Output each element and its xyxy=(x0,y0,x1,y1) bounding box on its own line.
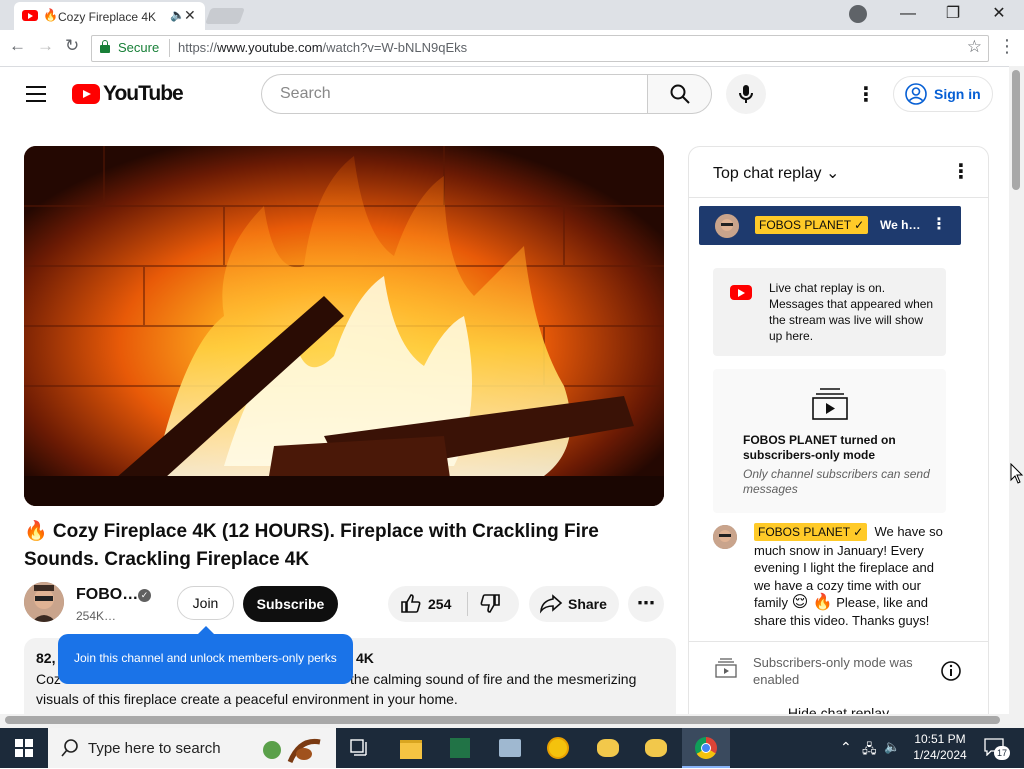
pinned-more-icon[interactable]: ⋮ xyxy=(931,214,947,234)
search-highlight-icon xyxy=(260,734,330,764)
account-circle-icon xyxy=(905,83,927,105)
message-text: FOBOS PLANET ✓ We have so much snow in J… xyxy=(754,523,943,628)
subscribe-button[interactable]: Subscribe xyxy=(243,586,338,622)
subscriptions-icon xyxy=(812,388,848,420)
vertical-scroll-thumb[interactable] xyxy=(1012,70,1020,190)
secure-label: Secure xyxy=(118,40,160,55)
back-arrow-icon[interactable]: ← xyxy=(9,36,26,56)
sign-in-button[interactable]: Sign in xyxy=(893,76,993,112)
search-box xyxy=(261,74,648,114)
channel-name[interactable]: FOBO… xyxy=(76,586,138,604)
voice-search-button[interactable] xyxy=(726,74,766,114)
minimize-button[interactable]: — xyxy=(885,0,931,30)
media-app-icon[interactable] xyxy=(534,728,582,768)
fireplace-video-frame xyxy=(24,146,664,506)
avatar-face-icon xyxy=(24,582,64,622)
settings-more-icon[interactable]: ⋮ xyxy=(856,82,876,107)
thumbs-up-icon[interactable] xyxy=(399,592,421,614)
message-author-badge: FOBOS PLANET ✓ xyxy=(754,523,868,541)
chat-header: Top chat replay ⌄ ⋮ xyxy=(689,147,988,198)
chat-mode-dropdown[interactable]: Top chat replay ⌄ xyxy=(713,163,839,183)
volume-muted-icon[interactable]: 🔈 xyxy=(884,739,900,755)
like-count[interactable]: 254 xyxy=(428,596,451,612)
search-input[interactable] xyxy=(278,84,622,104)
taskbar-clock[interactable]: 10:51 PM 1/24/2024 xyxy=(905,731,975,763)
chrome-taskbar-icon[interactable] xyxy=(682,728,730,768)
subscriber-count: 254K… xyxy=(76,609,117,623)
tab-title: Cozy Fireplace 4K xyxy=(58,10,157,24)
mouse-cursor-icon xyxy=(1010,463,1024,484)
like-divider xyxy=(467,592,468,616)
address-divider xyxy=(169,39,170,57)
browser-tab-active[interactable]: 🔥 Cozy Fireplace 4K 🔈 ✕ xyxy=(14,2,205,30)
pinned-author-badge: FOBOS PLANET ✓ xyxy=(755,216,869,234)
search-button[interactable] xyxy=(647,74,712,114)
message-avatar xyxy=(713,525,737,549)
reload-icon[interactable]: ↻ xyxy=(65,36,79,56)
pinned-preview: We h… xyxy=(880,218,921,232)
replay-notice: Live chat replay is on. Messages that ap… xyxy=(713,268,946,356)
subscribers-mode-status: Subscribers-only mode was enabled xyxy=(689,641,988,698)
tab-close-icon[interactable]: ✕ xyxy=(184,7,196,24)
chrome-menu-icon[interactable]: ⋮ xyxy=(998,36,1016,57)
spreadsheet-app-icon[interactable] xyxy=(436,728,484,768)
forward-arrow-icon[interactable]: → xyxy=(37,36,54,56)
youtube-play-icon xyxy=(72,84,100,104)
windows-logo-icon xyxy=(15,739,33,757)
join-tooltip: Join this channel and unlock members-onl… xyxy=(58,626,353,684)
description-meta: 82, 4K xyxy=(36,650,374,666)
more-actions-button[interactable]: ⋯ xyxy=(628,586,664,622)
action-center-icon[interactable]: 17 xyxy=(984,738,1010,760)
share-arrow-icon xyxy=(539,594,563,614)
microphone-icon xyxy=(739,85,753,103)
network-app-icon[interactable] xyxy=(486,728,534,768)
bee-app-icon[interactable] xyxy=(584,728,632,768)
subscriptions-small-icon xyxy=(715,658,737,678)
task-view-icon[interactable] xyxy=(336,728,384,768)
bookmark-star-icon[interactable]: ☆ xyxy=(967,37,982,57)
start-button[interactable] xyxy=(0,728,48,768)
horizontal-scroll-thumb[interactable] xyxy=(5,716,1000,724)
tray-chevron-up-icon[interactable]: ⌃ xyxy=(840,739,852,756)
subscribers-only-notice: FOBOS PLANET turned on subscribers-only … xyxy=(713,369,946,513)
youtube-icon xyxy=(730,285,752,300)
profile-icon[interactable] xyxy=(849,5,867,23)
live-chat-panel: Top chat replay ⌄ ⋮ FOBOS PLANET ✓ We h…… xyxy=(688,146,989,738)
browser-title-bar: 🔥 Cozy Fireplace 4K 🔈 ✕ — ❐ ✕ xyxy=(0,0,1024,30)
share-label: Share xyxy=(568,596,607,612)
hamburger-menu-icon[interactable] xyxy=(26,86,46,102)
search-icon xyxy=(670,84,690,104)
pinned-message-banner[interactable]: FOBOS PLANET ✓ We h… ⋮ xyxy=(699,206,961,245)
windows-taskbar: Type here to search ⌃ 🖧 🔈 10:51 PM 1/24/… xyxy=(0,728,1024,768)
network-status-icon[interactable]: 🖧 xyxy=(862,740,877,762)
chat-more-icon[interactable]: ⋮ xyxy=(951,159,971,184)
bee-app-icon-2[interactable] xyxy=(632,728,680,768)
channel-avatar[interactable] xyxy=(24,582,64,622)
chevron-down-icon: ⌄ xyxy=(825,165,840,182)
url-text[interactable]: https://www.youtube.com/watch?v=W-bNLN9q… xyxy=(178,40,467,55)
join-button[interactable]: Join xyxy=(177,586,234,620)
taskbar-search-box[interactable]: Type here to search xyxy=(48,728,336,768)
notification-count-badge: 17 xyxy=(994,746,1010,760)
address-bar[interactable]: Secure https://www.youtube.com/watch?v=W… xyxy=(91,35,989,62)
pinned-avatar xyxy=(715,214,739,238)
file-explorer-icon[interactable] xyxy=(386,728,434,768)
thumbs-down-icon[interactable] xyxy=(480,593,502,615)
close-window-button[interactable]: ✕ xyxy=(976,0,1022,30)
fire-emoji: 🔥 xyxy=(43,8,58,22)
emoji-icons: 😌 🔥 xyxy=(791,594,833,611)
verified-check-icon: ✓ xyxy=(138,589,151,602)
video-player[interactable] xyxy=(24,146,664,506)
new-tab-button[interactable] xyxy=(205,8,245,24)
video-title: 🔥 Cozy Fireplace 4K (12 HOURS). Fireplac… xyxy=(24,521,599,570)
tab-audio-icon[interactable]: 🔈 xyxy=(170,8,185,22)
taskbar-search-icon xyxy=(61,739,78,757)
maximize-button[interactable]: ❐ xyxy=(930,0,976,30)
lock-icon xyxy=(100,40,110,53)
youtube-favicon-icon xyxy=(22,10,38,21)
info-icon[interactable] xyxy=(940,660,962,682)
